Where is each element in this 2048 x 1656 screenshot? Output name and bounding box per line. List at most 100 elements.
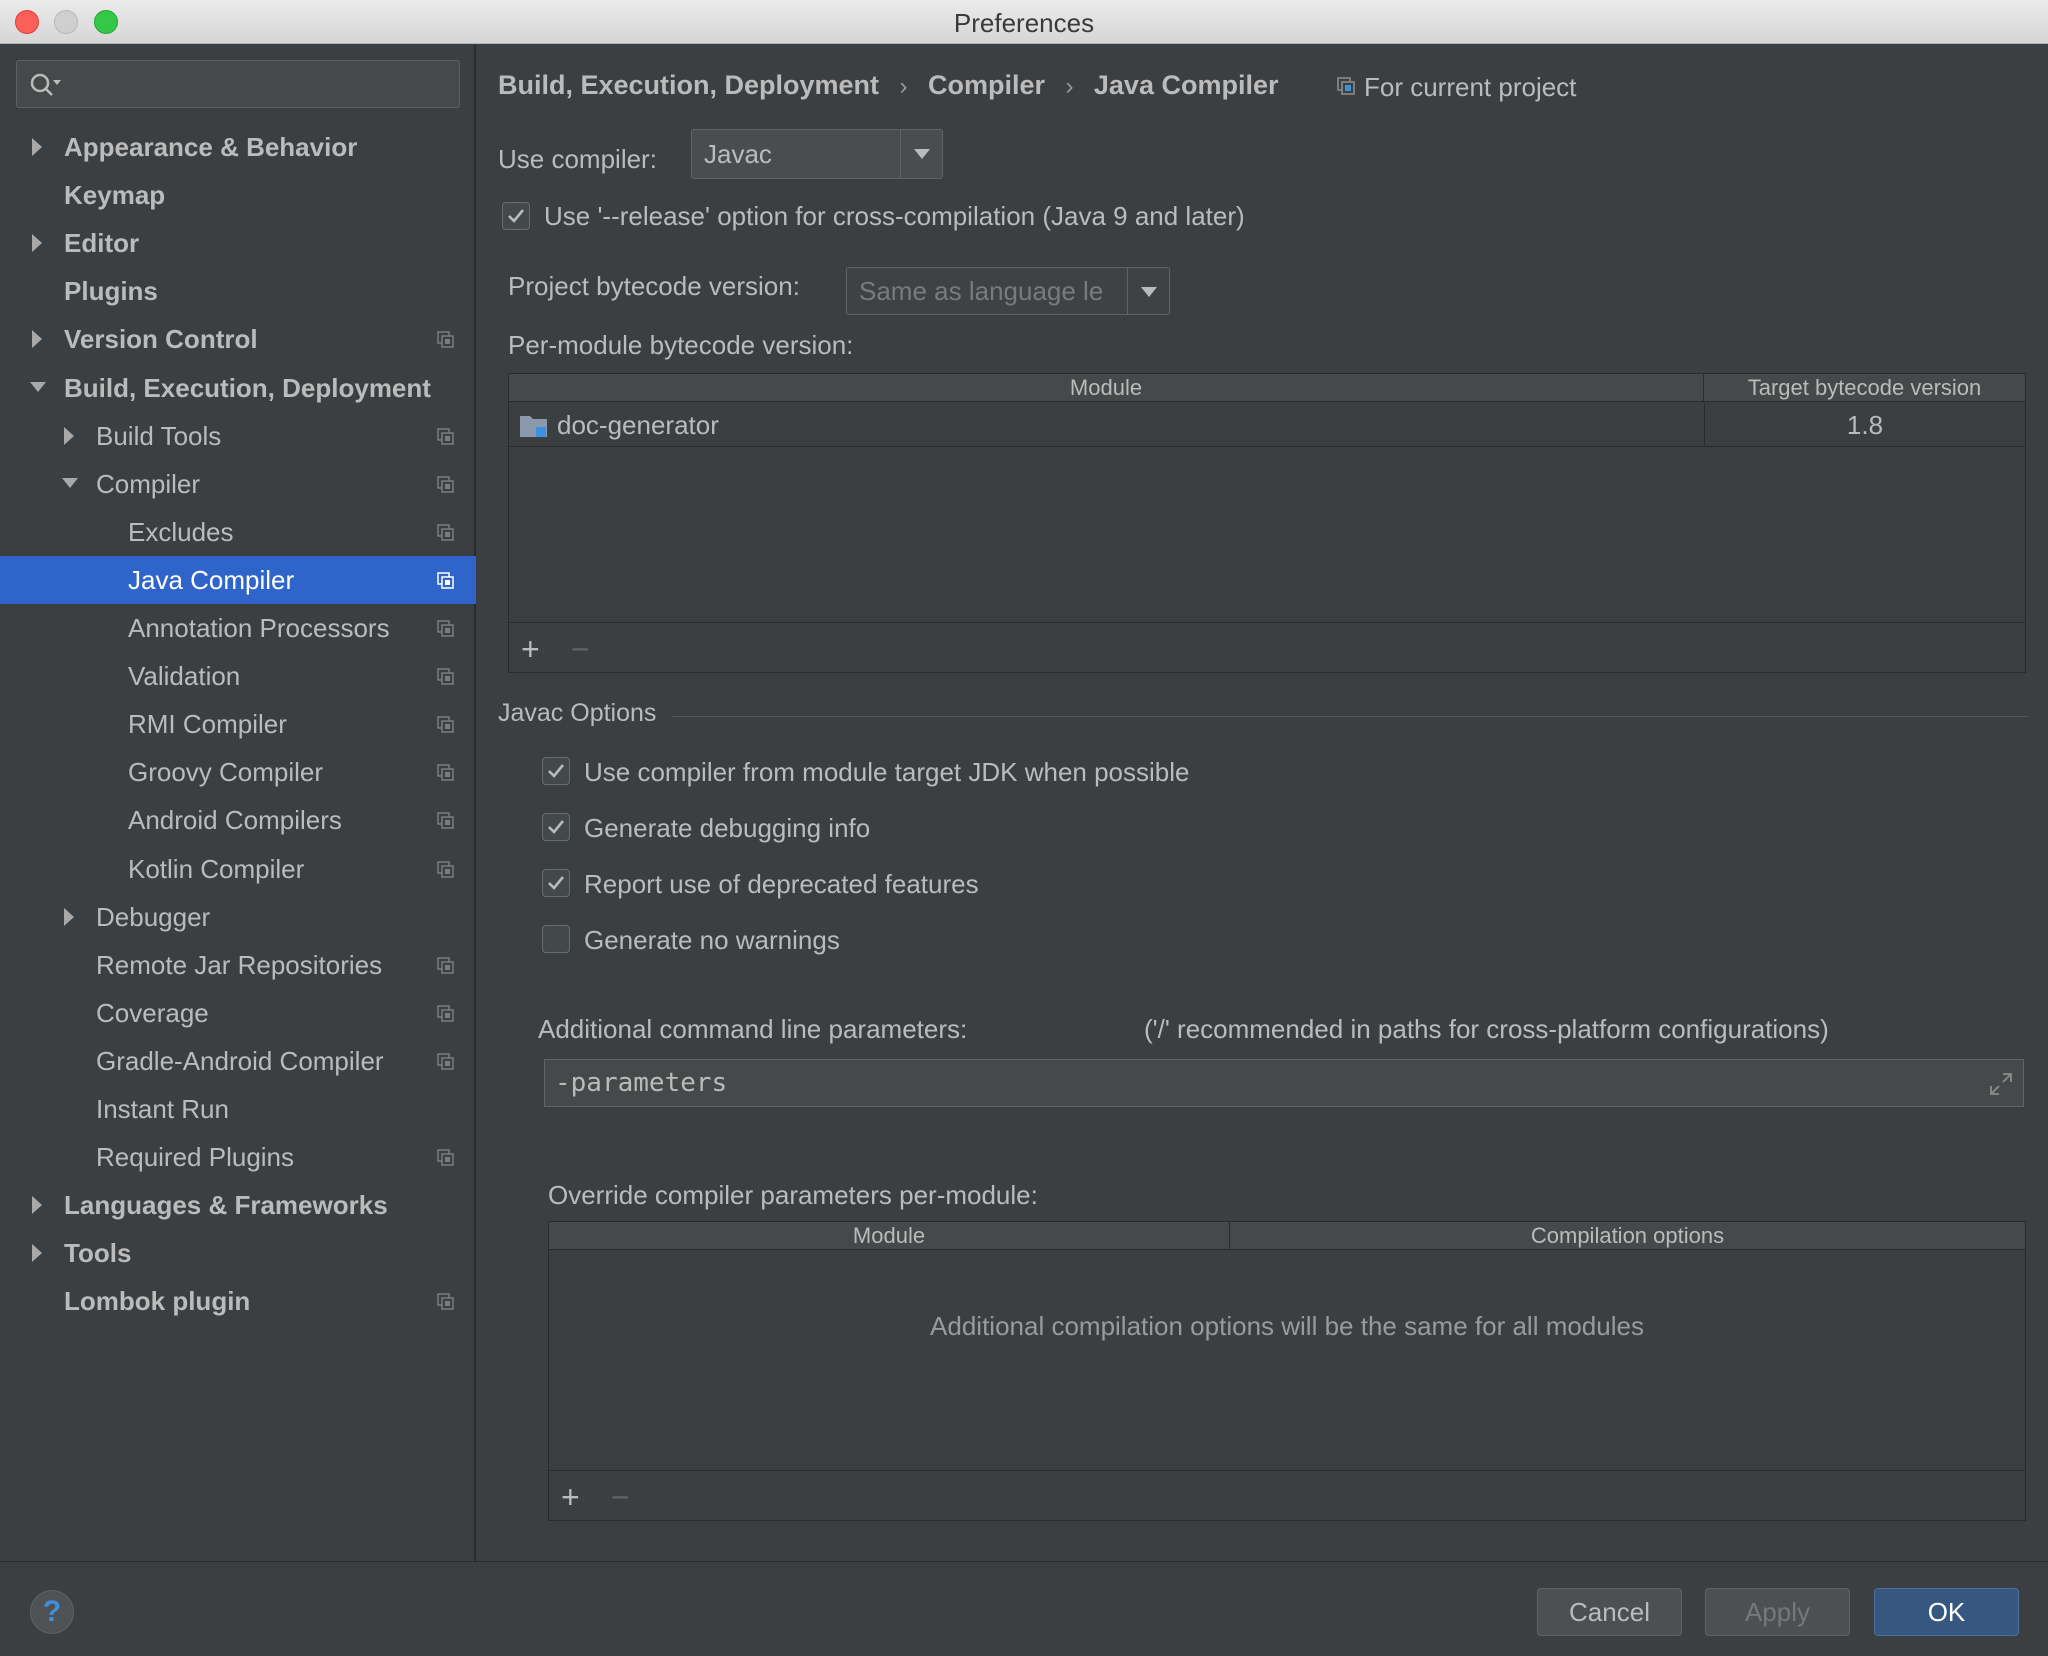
override-label: Override compiler parameters per-module:	[548, 1180, 1038, 1210]
expand-icon[interactable]	[1989, 1072, 2013, 1096]
sidebar-item-java-compiler[interactable]: Java Compiler	[0, 555, 476, 604]
table-header: Module Target bytecode version	[509, 374, 2025, 402]
project-scope-icon	[437, 620, 454, 637]
sidebar-item-version-control[interactable]: Version Control	[0, 315, 476, 363]
sidebar-item-gradle-android-compiler[interactable]: Gradle-Android Compiler	[0, 1037, 476, 1085]
section-divider	[672, 716, 2028, 717]
project-scope-icon	[437, 331, 454, 349]
remove-module-button[interactable]: −	[571, 631, 590, 668]
javac-option-checkbox[interactable]	[542, 869, 570, 897]
collapsed-arrow-icon[interactable]	[28, 315, 52, 363]
project-scope-label: For current project	[1364, 72, 1577, 102]
sidebar-item-label: Tools	[64, 1238, 132, 1269]
sidebar-item-groovy-compiler[interactable]: Groovy Compiler	[0, 748, 476, 796]
sidebar-item-keymap[interactable]: Keymap	[0, 171, 476, 219]
ok-button[interactable]: OK	[1874, 1588, 2019, 1636]
expanded-arrow-icon[interactable]	[60, 460, 84, 508]
expanded-arrow-icon[interactable]	[28, 364, 52, 412]
javac-option-label: Use compiler from module target JDK when…	[584, 757, 1190, 787]
column-header-compilation-options[interactable]: Compilation options	[1230, 1222, 2025, 1250]
sidebar-item-kotlin-compiler[interactable]: Kotlin Compiler	[0, 845, 476, 893]
params-input[interactable]: -parameters	[544, 1059, 2024, 1107]
sidebar-item-instant-run[interactable]: Instant Run	[0, 1085, 476, 1133]
sidebar-item-editor[interactable]: Editor	[0, 219, 476, 267]
sidebar-item-label: Build Tools	[96, 420, 222, 451]
sidebar-item-compiler[interactable]: Compiler	[0, 460, 476, 508]
column-header-target-version[interactable]: Target bytecode version	[1704, 374, 2025, 402]
collapsed-arrow-icon[interactable]	[60, 412, 84, 460]
project-scope-icon	[437, 1005, 454, 1022]
remove-override-button[interactable]: −	[611, 1479, 630, 1516]
project-scope-icon	[437, 524, 454, 541]
sidebar-item-appearance-behavior[interactable]: Appearance & Behavior	[0, 123, 476, 171]
javac-option-checkbox[interactable]	[542, 813, 570, 841]
project-scope-icon	[437, 427, 454, 445]
sidebar-item-coverage[interactable]: Coverage	[0, 989, 476, 1037]
chevron-down-icon	[900, 130, 942, 178]
breadcrumb-java-compiler: Java Compiler	[1093, 70, 1279, 100]
collapsed-arrow-icon[interactable]	[28, 219, 52, 267]
release-option-label: Use '--release' option for cross-compila…	[544, 201, 1245, 231]
sidebar-item-label: Build, Execution, Deployment	[64, 372, 431, 403]
module-name: doc-generator	[557, 410, 719, 440]
apply-button[interactable]: Apply	[1705, 1588, 1850, 1636]
sidebar-item-android-compilers[interactable]: Android Compilers	[0, 796, 476, 844]
project-scope-icon	[437, 572, 454, 589]
sidebar-item-label: Validation	[128, 661, 241, 692]
sidebar-item-label: Version Control	[64, 324, 258, 355]
column-header-module[interactable]: Module	[549, 1222, 1230, 1250]
settings-search-input[interactable]	[16, 60, 460, 108]
collapsed-arrow-icon[interactable]	[28, 123, 52, 171]
sidebar-item-build-execution-deployment[interactable]: Build, Execution, Deployment	[0, 364, 476, 412]
sidebar-item-validation[interactable]: Validation	[0, 652, 476, 700]
javac-option-label: Generate no warnings	[584, 925, 840, 955]
title-bar: Preferences	[0, 0, 2048, 44]
sidebar-item-languages-frameworks[interactable]: Languages & Frameworks	[0, 1181, 476, 1229]
bytecode-table-toolbar: + −	[509, 622, 2025, 672]
javac-option-checkbox[interactable]	[542, 925, 570, 953]
collapsed-arrow-icon[interactable]	[28, 1181, 52, 1229]
release-option-checkbox[interactable]	[502, 202, 530, 230]
sidebar-item-tools[interactable]: Tools	[0, 1229, 476, 1277]
column-header-module[interactable]: Module	[509, 374, 1704, 402]
sidebar-item-label: Plugins	[64, 276, 158, 307]
sidebar-item-rmi-compiler[interactable]: RMI Compiler	[0, 700, 476, 748]
sidebar-item-annotation-processors[interactable]: Annotation Processors	[0, 604, 476, 652]
project-bytecode-value: Same as language le	[859, 276, 1104, 306]
sidebar-item-label: Compiler	[96, 468, 201, 499]
sidebar-item-lombok-plugin[interactable]: Lombok plugin	[0, 1277, 476, 1325]
override-empty-text: Additional compilation options will be t…	[930, 1311, 1644, 1341]
javac-option-checkbox[interactable]	[542, 757, 570, 785]
collapsed-arrow-icon[interactable]	[28, 1229, 52, 1277]
help-button[interactable]: ?	[30, 1590, 74, 1634]
sidebar-item-label: Remote Jar Repositories	[96, 949, 383, 980]
per-module-bytecode-label: Per-module bytecode version:	[508, 330, 854, 360]
use-compiler-dropdown[interactable]: Javac	[691, 129, 943, 179]
sidebar-item-label: Annotation Processors	[128, 613, 390, 643]
use-compiler-label: Use compiler:	[498, 144, 657, 174]
sidebar-item-debugger[interactable]: Debugger	[0, 893, 476, 941]
override-table-toolbar: + −	[549, 1470, 2025, 1520]
add-module-button[interactable]: +	[521, 631, 540, 668]
table-row[interactable]: doc-generator 1.8	[509, 403, 2025, 447]
target-version[interactable]: 1.8	[1705, 403, 2025, 447]
project-scope-icon	[437, 764, 454, 782]
sidebar-item-remote-jar-repositories[interactable]: Remote Jar Repositories	[0, 941, 476, 989]
sidebar-item-plugins[interactable]: Plugins	[0, 267, 476, 315]
cancel-button[interactable]: Cancel	[1537, 1588, 1682, 1636]
collapsed-arrow-icon[interactable]	[60, 893, 84, 941]
params-hint: ('/' recommended in paths for cross-plat…	[1144, 1014, 1829, 1044]
breadcrumb-separator: ›	[899, 73, 908, 100]
window-title: Preferences	[953, 8, 1095, 38]
project-bytecode-dropdown[interactable]: Same as language le	[846, 267, 1170, 315]
project-scope-icon	[437, 668, 454, 685]
add-override-button[interactable]: +	[561, 1479, 580, 1516]
sidebar-item-label: Instant Run	[96, 1094, 229, 1124]
sidebar-item-label: Android Compilers	[128, 805, 342, 836]
checkmark-icon	[548, 876, 565, 890]
params-label: Additional command line parameters:	[538, 1014, 968, 1044]
sidebar-item-excludes[interactable]: Excludes	[0, 508, 476, 556]
sidebar-item-label: Keymap	[64, 180, 166, 211]
sidebar-item-build-tools[interactable]: Build Tools	[0, 412, 476, 460]
sidebar-item-required-plugins[interactable]: Required Plugins	[0, 1133, 476, 1181]
